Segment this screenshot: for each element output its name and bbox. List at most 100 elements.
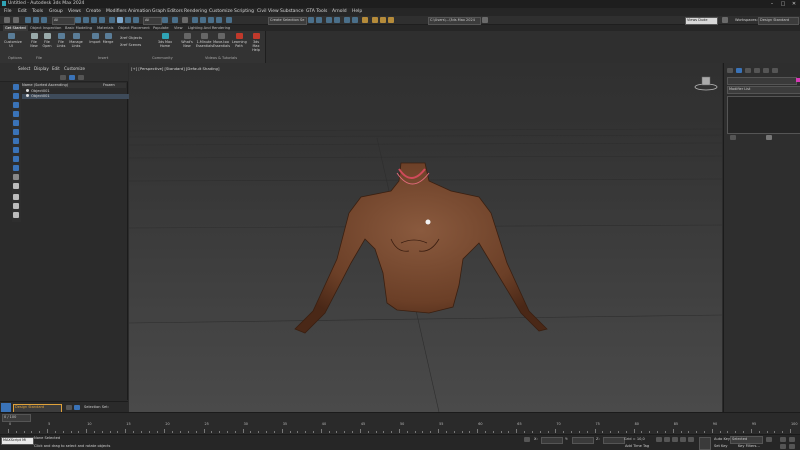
file-open-button[interactable]: File Open <box>40 33 54 48</box>
place-icon[interactable] <box>133 17 139 23</box>
pan-icon[interactable] <box>789 437 795 442</box>
menu-file[interactable]: File <box>4 9 12 14</box>
pin-stack-icon[interactable] <box>730 135 736 140</box>
keyboard-shortcut-icon[interactable] <box>182 17 188 23</box>
object-name-field[interactable] <box>727 77 797 85</box>
window-crossing-icon[interactable] <box>99 17 105 23</box>
minimize-button[interactable]: – <box>767 0 777 8</box>
filter-hidden-icon[interactable] <box>13 183 19 189</box>
menu-views[interactable]: Views <box>68 9 81 14</box>
selection-filter-dropdown[interactable]: All <box>52 17 75 25</box>
menu-arnold[interactable]: Arnold <box>332 9 347 14</box>
maximize-viewport-icon[interactable] <box>789 444 795 449</box>
go-to-end-icon[interactable] <box>688 437 694 442</box>
select-manipulate-icon[interactable] <box>172 17 178 23</box>
3ds-max-help-button[interactable]: 3ds Max Help <box>249 33 263 52</box>
move-icon[interactable] <box>109 17 115 23</box>
perspective-viewport[interactable] <box>129 63 722 412</box>
modify-tab-icon[interactable] <box>736 68 742 73</box>
bind-space-warp-icon[interactable] <box>41 17 47 23</box>
menu-substance[interactable]: Substance <box>280 9 304 14</box>
filter-bones-icon[interactable] <box>13 156 19 162</box>
render-setup-icon[interactable] <box>372 17 378 23</box>
filter-invert-icon[interactable] <box>13 212 19 218</box>
filter-frozen-icon[interactable] <box>13 174 19 180</box>
pivot-icon[interactable] <box>162 17 168 23</box>
filter-cameras-icon[interactable] <box>13 111 19 117</box>
time-slider[interactable]: 0 / 100 <box>2 414 31 422</box>
hierarchy-tab-icon[interactable] <box>745 68 751 73</box>
filter-geometry-icon[interactable] <box>13 84 19 90</box>
explorer-filter-icon[interactable] <box>60 75 66 80</box>
project-path-dropdown[interactable]: C:\Users\...\3ds Max 2024 <box>428 17 481 25</box>
menu-edit[interactable]: Edit <box>18 9 27 14</box>
select-object-icon[interactable] <box>75 17 81 23</box>
explorer-menu-customize[interactable]: Customize <box>64 66 85 71</box>
maximize-button[interactable]: □ <box>778 0 788 8</box>
filter-none-icon[interactable] <box>13 203 19 209</box>
rendered-frame-window-icon[interactable] <box>380 17 386 23</box>
filter-lights-icon[interactable] <box>13 102 19 108</box>
filter-space-warps-icon[interactable] <box>13 129 19 135</box>
menu-help[interactable]: Help <box>352 9 362 14</box>
create-tab-icon[interactable] <box>727 68 733 73</box>
utilities-tab-icon[interactable] <box>772 68 778 73</box>
undo-icon[interactable] <box>4 17 10 23</box>
scene-explorer-icon[interactable] <box>326 17 332 23</box>
modifier-list-dropdown[interactable]: Modifier List <box>727 86 800 94</box>
xref-scenes-button[interactable]: Xref Scenes <box>120 43 141 47</box>
file-new-button[interactable]: File New <box>27 33 41 48</box>
project-folder-icon[interactable] <box>482 17 488 23</box>
scale-icon[interactable] <box>125 17 131 23</box>
filter-shapes-icon[interactable] <box>13 93 19 99</box>
spinner-snap-icon[interactable] <box>216 17 222 23</box>
layer-explorer-icon[interactable] <box>334 17 340 23</box>
explorer-menu-display[interactable]: Display <box>34 66 49 71</box>
manage-links-button[interactable]: Manage Links <box>69 33 83 48</box>
explorer-menu-edit[interactable]: Edit <box>52 66 60 71</box>
zoom-icon[interactable] <box>780 437 786 442</box>
move-too-essentials-button[interactable]: Move-too Essentials <box>213 33 230 48</box>
scene-explorer-toggle-icon[interactable] <box>66 405 72 410</box>
select-by-name-icon[interactable] <box>83 17 89 23</box>
y-coordinate-field[interactable] <box>572 437 594 444</box>
next-frame-icon[interactable] <box>680 437 686 442</box>
visibility-icon[interactable] <box>26 94 29 97</box>
schematic-view-icon[interactable] <box>352 17 358 23</box>
timeline-ruler[interactable]: 0 5 10 15 20 25 30 35 40 45 50 55 60 65 70 75 80 85 90 95 10… <box>8 422 797 433</box>
key-mode-dropdown[interactable]: Selected <box>730 436 763 444</box>
xref-objects-button[interactable]: Xref Objects <box>120 36 142 40</box>
file-links-button[interactable]: File Links <box>54 33 68 48</box>
time-configuration-icon[interactable] <box>766 437 772 442</box>
menu-create[interactable]: Create <box>86 9 101 14</box>
object-color-swatch[interactable] <box>796 78 800 82</box>
x-coordinate-field[interactable] <box>541 437 563 444</box>
percent-snap-icon[interactable] <box>208 17 214 23</box>
filter-xrefs-icon[interactable] <box>13 147 19 153</box>
menu-tools[interactable]: Tools <box>32 9 43 14</box>
menu-modifiers[interactable]: Modifiers <box>106 9 127 14</box>
menu-rendering[interactable]: Rendering <box>184 9 207 14</box>
menu-customize[interactable]: Customize <box>209 9 233 14</box>
filter-helpers-icon[interactable] <box>13 120 19 126</box>
3ds-max-home-button[interactable]: 3ds Max Home <box>157 33 173 48</box>
render-production-icon[interactable] <box>388 17 394 23</box>
menu-animation[interactable]: Animation <box>128 9 151 14</box>
go-to-start-icon[interactable] <box>656 437 662 442</box>
explorer-header[interactable]: Name (Sorted Ascending) Frozen <box>22 83 126 88</box>
reference-coord-dropdown[interactable]: All <box>143 17 162 25</box>
maxscript-listener[interactable]: MAXScript Mi <box>1 437 34 445</box>
angle-snap-icon[interactable] <box>200 17 206 23</box>
import-button[interactable]: Import <box>88 33 102 44</box>
link-icon[interactable] <box>25 17 31 23</box>
menu-gta-tools[interactable]: GTA Tools <box>306 9 327 14</box>
view-mode-button[interactable]: Views Dude <box>685 17 718 25</box>
explorer-display-icon[interactable] <box>69 75 75 80</box>
remove-modifier-icon[interactable] <box>766 135 772 140</box>
play-icon[interactable] <box>672 437 678 442</box>
menu-civil-view[interactable]: Civil View <box>257 9 279 14</box>
display-tab-icon[interactable] <box>763 68 769 73</box>
align-icon[interactable] <box>316 17 322 23</box>
curve-editor-icon[interactable] <box>344 17 350 23</box>
menu-graph-editors[interactable]: Graph Editors <box>152 9 183 14</box>
